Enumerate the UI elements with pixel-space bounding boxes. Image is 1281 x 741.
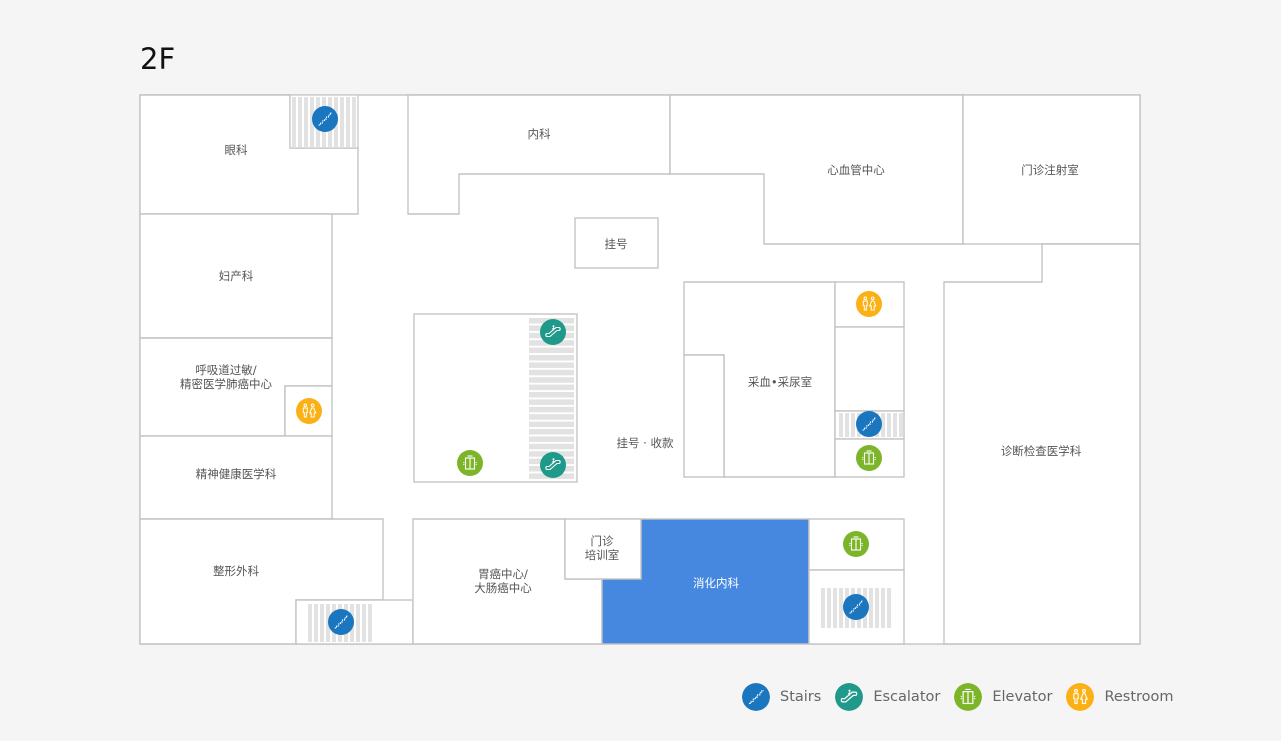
stairs-icon[interactable] (843, 594, 869, 620)
stair-step (875, 588, 879, 628)
escalator-icon[interactable] (540, 452, 566, 478)
room-label-ophthalmology: 眼科 (225, 143, 248, 157)
escalator-step (529, 392, 574, 398)
stair-step (827, 588, 831, 628)
floor-plan: 眼科 内科 心血管中心 门诊注射室 妇产科 挂号 呼吸道过敏/ 精密医学肺癌中心… (139, 94, 1141, 645)
legend-item-stairs: Stairs (742, 683, 821, 711)
stair-step (887, 588, 891, 628)
escalator-step (529, 399, 574, 405)
escalator-step (529, 362, 574, 368)
stair-step (314, 604, 318, 642)
stair-step (352, 97, 356, 147)
elevator-icon[interactable] (457, 450, 483, 476)
stairs-icon[interactable] (856, 411, 882, 437)
escalator-step (529, 384, 574, 391)
legend-item-elevator: Elevator (954, 683, 1052, 711)
escalator-step (529, 429, 574, 435)
escalator-icon[interactable] (540, 319, 566, 345)
escalator-step (529, 436, 574, 442)
stairs-icon[interactable] (312, 106, 338, 132)
escalator-step (529, 443, 574, 450)
room-label-training-1: 门诊 (591, 534, 614, 548)
stair-step (899, 413, 903, 437)
legend-item-escalator: Escalator (835, 683, 940, 711)
legend-label: Restroom (1104, 689, 1174, 705)
stair-step (292, 97, 296, 147)
stair-step (833, 588, 837, 628)
stair-step (887, 413, 891, 437)
room-label-training-2: 培训室 (585, 548, 620, 562)
room-label-gynecology: 妇产科 (219, 269, 254, 283)
stair-step (839, 413, 843, 437)
room-label-gastric-1: 胃癌中心/ (478, 567, 528, 581)
escalator-step (529, 377, 574, 383)
restroom-icon (1066, 683, 1094, 711)
stairs-icon[interactable] (328, 609, 354, 635)
legend-label: Escalator (873, 689, 941, 705)
legend-item-restroom: Restroom (1066, 683, 1174, 711)
room-label-injection: 门诊注射室 (1021, 163, 1079, 177)
stair-step (320, 604, 324, 642)
room-label-respiratory-1: 呼吸道过敏/ (195, 363, 256, 377)
elevator-icon[interactable] (856, 445, 882, 471)
stair-step (839, 588, 843, 628)
stair-step (893, 413, 897, 437)
restroom-icon[interactable] (296, 398, 322, 424)
room-label-respiratory-2: 精密医学肺癌中心 (180, 377, 272, 391)
elevator-icon[interactable] (843, 531, 869, 557)
stair-step (356, 604, 360, 642)
legend-label: Elevator (992, 689, 1053, 705)
escalator-step (529, 347, 574, 354)
stair-step (340, 97, 344, 147)
stairs-icon (742, 683, 770, 711)
stair-step (298, 97, 302, 147)
escalator-step (529, 421, 574, 428)
escalator-step (529, 355, 574, 361)
room-label-internal-medicine: 内科 (528, 127, 551, 141)
stair-step (851, 413, 855, 437)
stair-step (362, 604, 366, 642)
room-side-small (683, 354, 725, 478)
room-label-registration: 挂号 (605, 237, 628, 251)
stair-step (368, 604, 372, 642)
room-label-cardiovascular: 心血管中心 (827, 163, 885, 177)
room-storage (834, 326, 905, 412)
room-label-mental-health: 精神健康医学科 (196, 467, 277, 481)
stair-step (869, 588, 873, 628)
legend-label: Stairs (780, 689, 822, 705)
stair-step (881, 588, 885, 628)
stair-step (304, 97, 308, 147)
room-label-diagnostics: 诊断检查医学科 (1001, 444, 1082, 458)
escalator-step (529, 414, 574, 420)
stairwell-bottom-left (295, 599, 414, 645)
escalator-step (529, 369, 574, 376)
room-label-gastric-2: 大肠癌中心 (474, 581, 532, 595)
escalator-step (529, 406, 574, 413)
elevator-icon (954, 683, 982, 711)
stair-step (821, 588, 825, 628)
room-label-registration-payment: 挂号 · 收款 (617, 436, 674, 450)
stair-step (845, 413, 849, 437)
room-label-blood-urine: 采血•采尿室 (748, 375, 812, 389)
restroom-icon[interactable] (856, 291, 882, 317)
room-label-plastic-surgery: 整形外科 (213, 564, 259, 578)
stair-step (346, 97, 350, 147)
room-label-gastroenterology: 消化内科 (693, 576, 739, 590)
escalator-icon (835, 683, 863, 711)
stair-step (308, 604, 312, 642)
legend: Stairs Escalator Elevator Restroom (742, 683, 1174, 711)
